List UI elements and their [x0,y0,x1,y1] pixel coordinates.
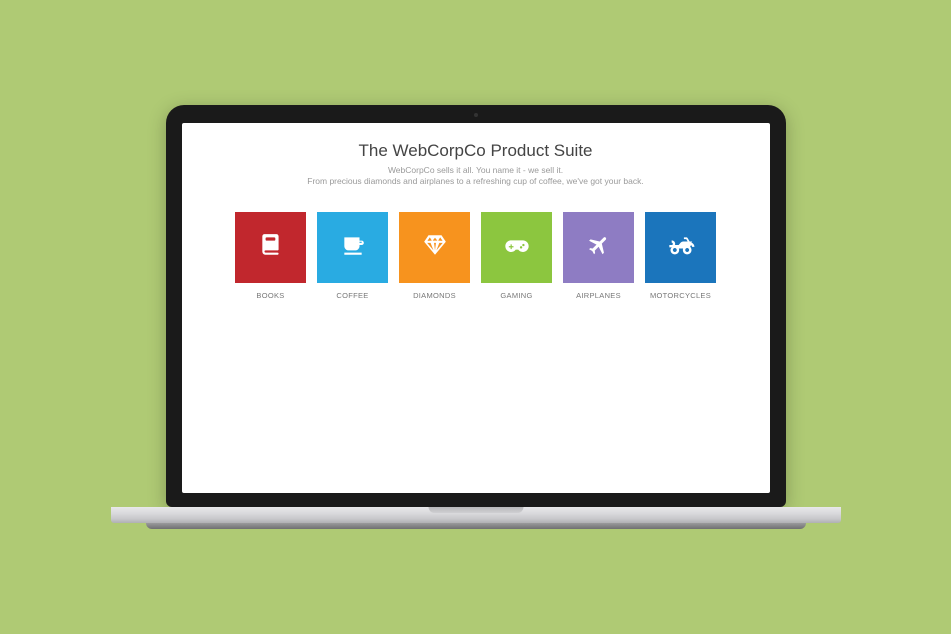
tile-gaming[interactable] [481,212,552,283]
tile-item-motorcycles: MOTORCYCLES [645,212,716,300]
tile-motorcycles[interactable] [645,212,716,283]
page-subtitle-2: From precious diamonds and airplanes to … [202,176,750,186]
tile-label: AIRPLANES [576,291,621,300]
page-subtitle-1: WebCorpCo sells it all. You name it - we… [202,165,750,175]
laptop-trackpad-notch [428,507,523,513]
tile-label: DIAMONDS [413,291,456,300]
tile-books[interactable] [235,212,306,283]
motorcycle-icon [667,231,695,264]
tile-item-gaming: GAMING [481,212,552,300]
laptop-screen: The WebCorpCo Product Suite WebCorpCo se… [182,123,770,493]
product-tiles: BOOKS COFFEE [202,212,750,300]
laptop-lid: The WebCorpCo Product Suite WebCorpCo se… [166,105,786,507]
tile-label: GAMING [500,291,532,300]
tile-item-diamonds: DIAMONDS [399,212,470,300]
tile-label: BOOKS [256,291,284,300]
laptop-mockup: The WebCorpCo Product Suite WebCorpCo se… [166,105,786,529]
tile-label: COFFEE [336,291,368,300]
tile-item-books: BOOKS [235,212,306,300]
diamond-icon [422,232,448,263]
airplane-icon [587,233,611,262]
laptop-base-bottom [146,523,806,529]
tile-airplanes[interactable] [563,212,634,283]
tile-diamonds[interactable] [399,212,470,283]
gamepad-icon [503,231,531,264]
laptop-base [111,507,841,529]
tile-item-airplanes: AIRPLANES [563,212,634,300]
page-content: The WebCorpCo Product Suite WebCorpCo se… [182,123,770,318]
tile-label: MOTORCYCLES [650,291,711,300]
laptop-base-top [111,507,841,523]
tile-coffee[interactable] [317,212,388,283]
laptop-camera [474,113,478,117]
book-icon [258,232,284,263]
tile-item-coffee: COFFEE [317,212,388,300]
page-title: The WebCorpCo Product Suite [202,141,750,161]
coffee-icon [340,232,366,263]
